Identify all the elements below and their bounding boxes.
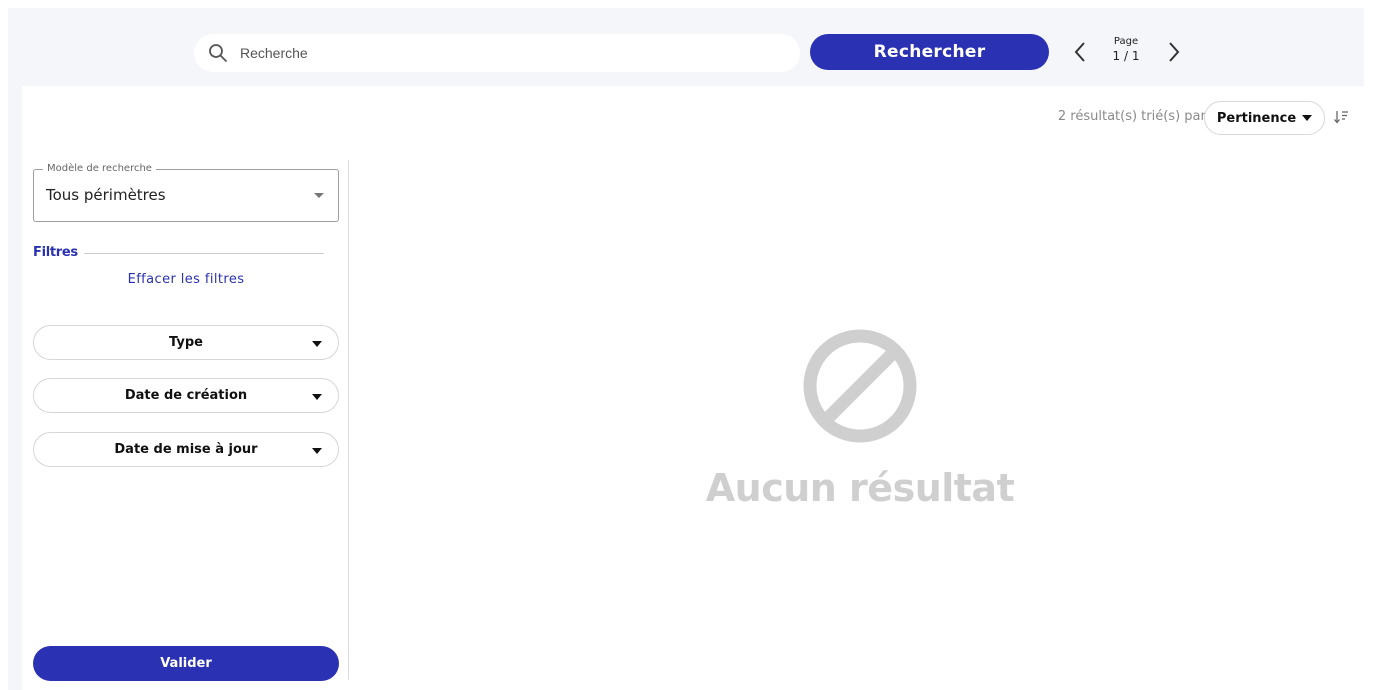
filter-type[interactable]: Type	[33, 325, 339, 360]
chevron-left-icon[interactable]	[1069, 38, 1091, 66]
filter-label: Date de création	[124, 388, 248, 403]
clear-filters-link[interactable]: Effacer les filtres	[33, 272, 339, 287]
sidebar-divider	[348, 160, 349, 680]
page-indicator: Page 1 / 1	[1100, 36, 1152, 62]
caret-down-icon	[312, 448, 322, 454]
caret-down-icon	[1302, 115, 1313, 121]
caret-down-icon	[314, 193, 324, 198]
sort-select[interactable]: Pertinence	[1204, 101, 1325, 135]
results-summary: 2 résultat(s) trié(s) par:	[1057, 109, 1210, 124]
page-label: Page	[1113, 36, 1139, 47]
search-input[interactable]	[240, 45, 740, 61]
search-bar[interactable]	[194, 34, 800, 72]
page-value: 1 / 1	[1112, 49, 1140, 63]
filters-divider	[84, 253, 324, 254]
sort-label: Pertinence	[1216, 110, 1297, 126]
search-model-label: Modèle de recherche	[43, 163, 156, 174]
no-results-icon	[802, 328, 918, 444]
validate-button[interactable]: Valider	[33, 646, 339, 681]
chevron-right-icon[interactable]	[1163, 38, 1185, 66]
sort-descending-icon[interactable]	[1332, 108, 1350, 126]
empty-state-text: Aucun résultat	[705, 466, 1015, 510]
caret-down-icon	[312, 341, 322, 347]
search-button[interactable]: Rechercher	[810, 34, 1049, 70]
filter-label: Date de mise à jour	[114, 442, 258, 457]
filters-title: Filtres	[33, 245, 78, 260]
filter-creation-date[interactable]: Date de création	[33, 378, 339, 413]
search-model-value: Tous périmètres	[46, 186, 166, 204]
filter-label: Type	[169, 335, 203, 350]
filter-update-date[interactable]: Date de mise à jour	[33, 432, 339, 467]
caret-down-icon	[312, 394, 322, 400]
search-icon	[208, 43, 228, 63]
